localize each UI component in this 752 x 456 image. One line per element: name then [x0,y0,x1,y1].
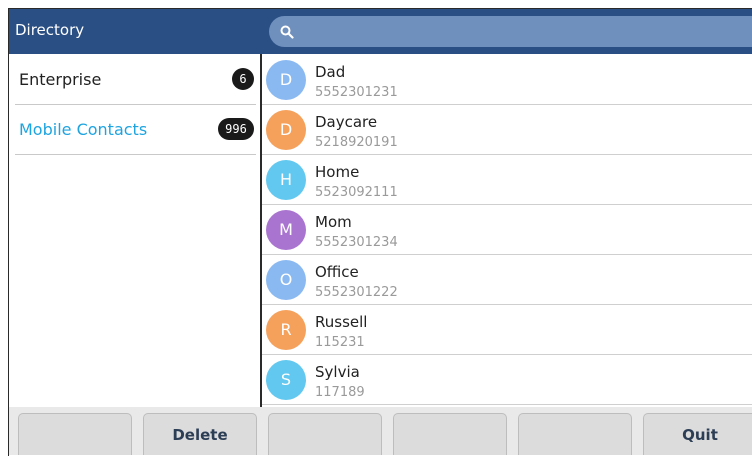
contact-name: Russell [315,313,368,331]
page-title: Directory [15,21,85,39]
contact-name: Dad [315,63,346,81]
softkey-3[interactable] [268,413,382,455]
count-badge: 996 [218,118,254,140]
avatar: M [266,210,306,250]
softkey-4[interactable] [393,413,507,455]
contact-number: 5552301222 [315,285,398,300]
list-item[interactable]: H Home 5523092111 [262,154,752,205]
softkey-5[interactable] [518,413,632,455]
softkey-bar: Delete Quit [9,407,752,455]
softkey-1[interactable] [18,413,132,455]
sidebar-item-mobile-contacts[interactable]: Mobile Contacts 996 [15,105,256,155]
sidebar-item-label: Enterprise [19,70,102,89]
list-item[interactable]: D Dad 5552301231 [262,54,752,105]
contact-number: 115231 [315,335,365,350]
contact-number: 5552301231 [315,85,398,100]
avatar: R [266,310,306,350]
directory-sidebar: Enterprise 6 Mobile Contacts 996 [9,54,260,407]
contact-number: 5218920191 [315,135,398,150]
sidebar-item-enterprise[interactable]: Enterprise 6 [15,55,256,105]
contact-number: 5552301234 [315,235,398,250]
contact-name: Office [315,263,359,281]
avatar: H [266,160,306,200]
list-item[interactable]: S Sylvia 117189 [262,354,752,405]
list-item[interactable]: R Russell 115231 [262,304,752,355]
search-input[interactable] [269,16,752,47]
list-item[interactable]: M Mom 5552301234 [262,204,752,255]
count-badge: 6 [232,68,254,90]
contact-number: 117189 [315,385,365,400]
contact-name: Mom [315,213,352,231]
avatar: D [266,110,306,150]
contact-list: D Dad 5552301231 D Daycare 5218920191 H … [262,54,752,407]
header-bar: Directory [9,9,752,54]
sidebar-item-label: Mobile Contacts [19,120,148,139]
avatar: D [266,60,306,100]
avatar: O [266,260,306,300]
quit-button[interactable]: Quit [643,413,752,455]
list-item[interactable]: O Office 5552301222 [262,254,752,305]
contact-name: Daycare [315,113,378,131]
contact-name: Home [315,163,360,181]
contact-name: Sylvia [315,363,360,381]
list-item[interactable]: D Daycare 5218920191 [262,104,752,155]
avatar: S [266,360,306,400]
contact-number: 5523092111 [315,185,398,200]
delete-button[interactable]: Delete [143,413,257,455]
